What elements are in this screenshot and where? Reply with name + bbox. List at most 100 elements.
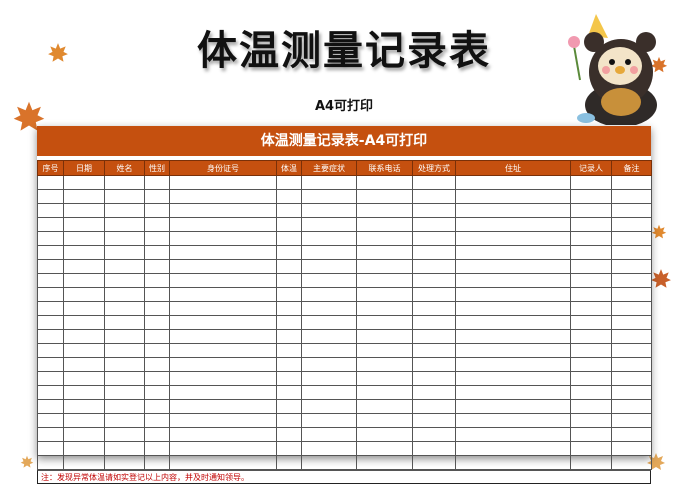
table-cell[interactable] [144,175,170,190]
table-cell[interactable] [37,245,64,260]
table-cell[interactable] [63,455,105,470]
table-cell[interactable] [63,315,105,330]
table-cell[interactable] [104,203,145,218]
table-cell[interactable] [412,245,456,260]
table-cell[interactable] [412,427,456,442]
table-cell[interactable] [570,399,612,414]
table-cell[interactable] [455,217,571,232]
table-cell[interactable] [104,385,145,400]
table-cell[interactable] [356,385,413,400]
table-cell[interactable] [37,231,64,246]
table-cell[interactable] [301,371,357,386]
table-cell[interactable] [455,455,571,470]
table-cell[interactable] [104,413,145,428]
table-cell[interactable] [412,189,456,204]
table-cell[interactable] [104,329,145,344]
table-cell[interactable] [301,217,357,232]
table-cell[interactable] [144,203,170,218]
table-cell[interactable] [356,231,413,246]
table-cell[interactable] [104,371,145,386]
table-cell[interactable] [611,287,652,302]
table-cell[interactable] [37,301,64,316]
table-cell[interactable] [169,371,277,386]
table-cell[interactable] [276,273,302,288]
table-cell[interactable] [412,385,456,400]
table-cell[interactable] [301,189,357,204]
table-cell[interactable] [104,273,145,288]
table-cell[interactable] [37,343,64,358]
table-cell[interactable] [104,259,145,274]
table-cell[interactable] [37,203,64,218]
table-cell[interactable] [276,245,302,260]
table-cell[interactable] [104,455,145,470]
table-cell[interactable] [570,315,612,330]
table-cell[interactable] [37,175,64,190]
table-cell[interactable] [455,329,571,344]
table-cell[interactable] [455,385,571,400]
table-cell[interactable] [276,371,302,386]
table-cell[interactable] [104,231,145,246]
table-cell[interactable] [412,287,456,302]
table-cell[interactable] [301,287,357,302]
table-cell[interactable] [144,343,170,358]
table-cell[interactable] [37,455,64,470]
table-cell[interactable] [276,231,302,246]
table-cell[interactable] [104,343,145,358]
table-cell[interactable] [276,287,302,302]
table-cell[interactable] [611,427,652,442]
table-cell[interactable] [570,329,612,344]
table-cell[interactable] [570,301,612,316]
table-cell[interactable] [570,357,612,372]
table-cell[interactable] [455,427,571,442]
table-cell[interactable] [144,189,170,204]
table-cell[interactable] [455,413,571,428]
table-cell[interactable] [104,427,145,442]
table-cell[interactable] [570,287,612,302]
table-cell[interactable] [611,245,652,260]
table-cell[interactable] [412,259,456,274]
table-cell[interactable] [144,329,170,344]
table-cell[interactable] [412,231,456,246]
table-cell[interactable] [37,385,64,400]
table-cell[interactable] [169,385,277,400]
table-cell[interactable] [276,329,302,344]
table-cell[interactable] [276,441,302,456]
table-cell[interactable] [412,203,456,218]
table-cell[interactable] [37,399,64,414]
table-cell[interactable] [63,189,105,204]
table-cell[interactable] [169,273,277,288]
table-cell[interactable] [104,217,145,232]
table-cell[interactable] [37,315,64,330]
table-cell[interactable] [301,329,357,344]
table-cell[interactable] [570,203,612,218]
table-cell[interactable] [301,357,357,372]
table-cell[interactable] [301,315,357,330]
table-cell[interactable] [570,231,612,246]
table-cell[interactable] [63,441,105,456]
table-cell[interactable] [144,427,170,442]
table-cell[interactable] [63,259,105,274]
table-cell[interactable] [356,413,413,428]
table-cell[interactable] [104,245,145,260]
table-cell[interactable] [455,399,571,414]
table-cell[interactable] [570,371,612,386]
table-cell[interactable] [570,259,612,274]
table-cell[interactable] [276,413,302,428]
table-cell[interactable] [37,329,64,344]
table-cell[interactable] [301,441,357,456]
table-cell[interactable] [611,315,652,330]
table-cell[interactable] [276,203,302,218]
table-cell[interactable] [455,315,571,330]
table-cell[interactable] [301,385,357,400]
table-cell[interactable] [412,371,456,386]
table-cell[interactable] [169,329,277,344]
table-cell[interactable] [37,357,64,372]
table-cell[interactable] [301,203,357,218]
table-cell[interactable] [570,189,612,204]
table-cell[interactable] [356,273,413,288]
table-cell[interactable] [356,441,413,456]
table-cell[interactable] [356,217,413,232]
table-cell[interactable] [356,343,413,358]
table-cell[interactable] [169,315,277,330]
table-cell[interactable] [276,455,302,470]
